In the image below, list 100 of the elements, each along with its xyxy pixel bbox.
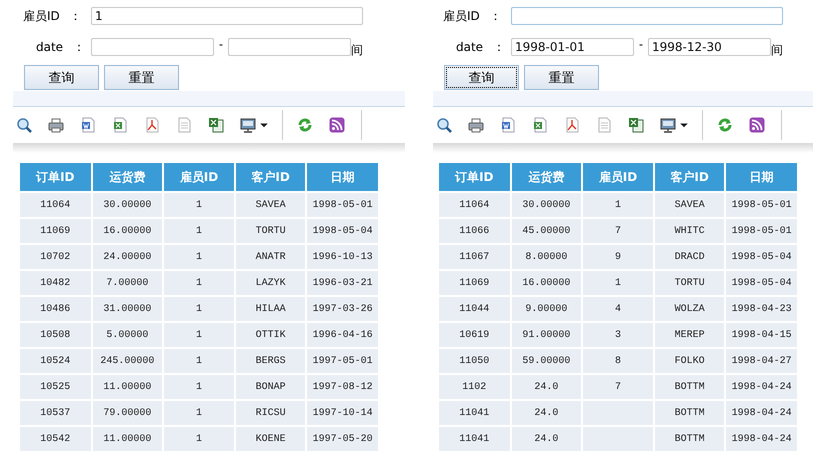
field-label: 雇员ID ： <box>443 8 503 24</box>
table-cell: 1998-04-24 <box>725 426 797 451</box>
table-cell: 245.00000 <box>92 348 164 374</box>
rss-feed-icon[interactable] <box>329 117 345 133</box>
refresh-icon[interactable] <box>297 117 313 133</box>
table-cell: 9.00000 <box>510 296 582 322</box>
printer-icon[interactable] <box>48 117 64 133</box>
table-cell: TORTU <box>654 270 726 296</box>
table-cell: 1 <box>163 192 235 218</box>
spreadsheet-export-icon[interactable] <box>628 117 644 133</box>
table-cell: TORTU <box>234 218 306 244</box>
table-cell: 59.00000 <box>510 348 582 374</box>
input-field[interactable]: 1998-01-01 <box>511 38 634 56</box>
table-cell: 1998-04-27 <box>725 348 797 374</box>
table-cell: 11066 <box>439 218 511 244</box>
range-separator: - <box>218 38 224 51</box>
reset-button[interactable]: 重置 <box>524 65 599 90</box>
column-header: 订单ID <box>439 163 511 192</box>
table-cell: 8 <box>582 348 654 374</box>
column-header: 订单ID <box>20 163 92 192</box>
table-cell: 7.00000 <box>92 270 164 296</box>
table-cell: SAVEA <box>654 192 726 218</box>
table-cell: 1997-03-26 <box>306 296 378 322</box>
field-label: 雇员ID ： <box>23 8 83 24</box>
table-cell: 1 <box>582 270 654 296</box>
table-cell: 24.0 <box>510 374 582 400</box>
column-header: 运货费 <box>510 163 582 192</box>
table-cell: 1998-05-01 <box>306 192 378 218</box>
query-button[interactable]: 查询 <box>24 65 99 90</box>
table-cell: 30.00000 <box>92 192 164 218</box>
field-suffix: 间 <box>771 42 783 58</box>
pdf-document-icon[interactable] <box>144 117 160 133</box>
table-cell: 1 <box>163 218 235 244</box>
column-header: 雇员ID <box>163 163 235 192</box>
refresh-icon[interactable] <box>717 117 733 133</box>
range-separator: - <box>638 38 644 51</box>
rss-feed-icon[interactable] <box>749 117 765 133</box>
query-button[interactable]: 查询 <box>444 65 519 90</box>
search-icon[interactable] <box>436 117 452 133</box>
table-cell: RICSU <box>234 400 306 426</box>
table-cell: 1997-05-01 <box>306 348 378 374</box>
table-cell: 16.00000 <box>92 218 164 244</box>
word-document-icon[interactable] <box>80 117 96 133</box>
table-cell: 11044 <box>439 296 511 322</box>
column-header: 雇员ID <box>582 163 654 192</box>
table-cell: 10525 <box>20 374 92 400</box>
excel-document-icon[interactable] <box>112 117 128 133</box>
input-field[interactable]: 1998-12-30 <box>648 38 771 56</box>
table-cell: 10482 <box>20 270 92 296</box>
printer-icon[interactable] <box>468 117 484 133</box>
table-cell: 1997-08-12 <box>306 374 378 400</box>
table-cell: BONAP <box>234 374 306 400</box>
table-cell: FOLKO <box>654 348 726 374</box>
table-cell: 91.00000 <box>510 322 582 348</box>
table-cell: BOTTM <box>654 426 726 451</box>
table-cell: 1996-04-16 <box>306 322 378 348</box>
word-document-icon[interactable] <box>500 117 516 133</box>
table-cell: 5.00000 <box>92 322 164 348</box>
search-icon[interactable] <box>16 117 32 133</box>
table-cell: 79.00000 <box>92 400 164 426</box>
table-cell: 10486 <box>20 296 92 322</box>
column-header: 运货费 <box>92 163 164 192</box>
table-cell: 1 <box>582 192 654 218</box>
table-cell: 11.00000 <box>92 374 164 400</box>
table-cell: 4 <box>582 296 654 322</box>
table-cell: 9 <box>582 244 654 270</box>
monitor-icon[interactable] <box>240 117 256 133</box>
table-cell: 10542 <box>20 426 92 451</box>
input-field[interactable]: 1 <box>91 7 363 25</box>
input-field[interactable] <box>228 38 351 56</box>
monitor-icon[interactable] <box>660 117 676 133</box>
input-field[interactable] <box>91 38 214 56</box>
table-cell: 24.00000 <box>92 244 164 270</box>
column-header: 日期 <box>306 163 378 192</box>
table-cell: 1 <box>163 374 235 400</box>
excel-document-icon[interactable] <box>532 117 548 133</box>
table-cell: ANATR <box>234 244 306 270</box>
table-cell: 11050 <box>439 348 511 374</box>
table-cell: 10702 <box>20 244 92 270</box>
table-cell: 11041 <box>439 426 511 451</box>
table-cell: WHITC <box>654 218 726 244</box>
table-cell: 11.00000 <box>92 426 164 451</box>
table-cell: 1998-05-01 <box>725 192 797 218</box>
table-cell: 1998-05-04 <box>725 270 797 296</box>
table-cell: 1996-03-21 <box>306 270 378 296</box>
spreadsheet-export-icon[interactable] <box>208 117 224 133</box>
table-cell: SAVEA <box>234 192 306 218</box>
table-cell: 1998-05-01 <box>725 218 797 244</box>
table-cell: 1998-04-24 <box>725 374 797 400</box>
pdf-document-icon[interactable] <box>564 117 580 133</box>
table-cell: BERGS <box>234 348 306 374</box>
table-cell: 1997-05-20 <box>306 426 378 451</box>
reset-button[interactable]: 重置 <box>104 65 179 90</box>
input-field[interactable] <box>511 7 783 25</box>
column-header: 客户ID <box>654 163 726 192</box>
table-cell: 1 <box>163 400 235 426</box>
table-cell: 10537 <box>20 400 92 426</box>
table-cell: 1 <box>163 426 235 451</box>
field-suffix: 间 <box>351 42 363 58</box>
table-cell: 1 <box>163 270 235 296</box>
